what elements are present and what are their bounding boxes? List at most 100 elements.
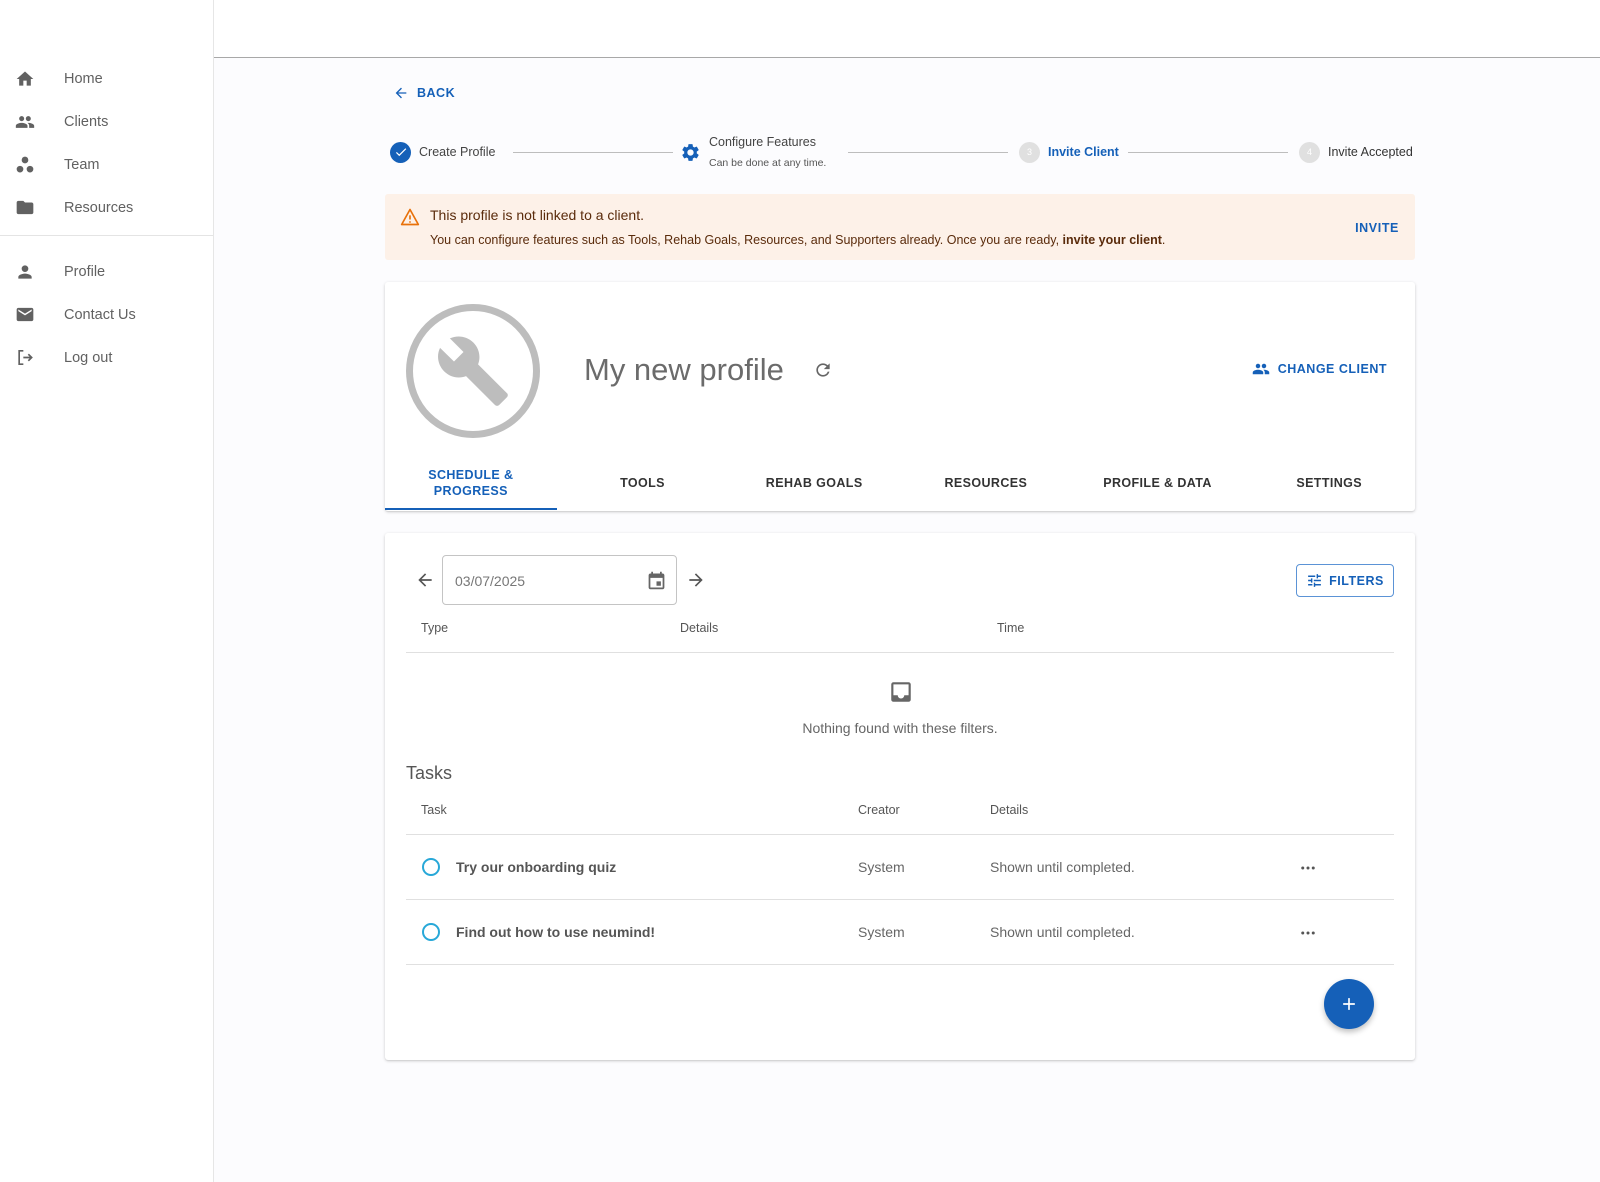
- avatar: [406, 304, 540, 438]
- filters-label: FILTERS: [1329, 573, 1384, 588]
- logout-icon: [15, 348, 35, 368]
- sidebar-item-profile[interactable]: Profile: [0, 250, 213, 293]
- sidebar-item-label: Contact Us: [64, 306, 136, 323]
- step-connector: [513, 152, 673, 153]
- change-client-button[interactable]: CHANGE CLIENT: [1252, 360, 1387, 378]
- sidebar-item-label: Team: [64, 156, 100, 173]
- top-app-bar: [214, 0, 1600, 58]
- sidebar-item-label: Resources: [64, 199, 134, 216]
- folder-icon: [15, 198, 35, 218]
- step-number: 4: [1299, 141, 1320, 163]
- sidebar-item-home[interactable]: Home: [0, 57, 213, 100]
- column-header-time: Time: [997, 621, 1025, 635]
- warning-icon: [400, 207, 420, 232]
- tab-label: SCHEDULE & PROGRESS: [428, 467, 513, 499]
- column-header-task: Task: [421, 803, 447, 817]
- step-create-profile: Create Profile: [390, 132, 495, 172]
- table-divider: [406, 964, 1394, 965]
- task-name: Try our onboarding quiz: [456, 859, 617, 875]
- tab-tools[interactable]: TOOLS: [557, 456, 729, 510]
- alert-message-text: You can configure features such as Tools…: [430, 233, 1063, 247]
- column-header-type: Type: [421, 621, 449, 635]
- back-button[interactable]: BACK: [393, 85, 455, 101]
- tab-label: TOOLS: [620, 476, 665, 490]
- tab-schedule-progress[interactable]: SCHEDULE & PROGRESS: [385, 456, 557, 510]
- filters-button[interactable]: FILTERS: [1296, 564, 1394, 597]
- invite-button[interactable]: INVITE: [1355, 221, 1399, 235]
- warning-alert: This profile is not linked to a client. …: [385, 194, 1415, 260]
- column-header-details: Details: [990, 803, 1029, 817]
- home-icon: [15, 69, 35, 89]
- step-configure-features: Configure Features Can be done at any ti…: [680, 132, 826, 172]
- tab-label: SETTINGS: [1296, 476, 1363, 490]
- profile-name: My new profile: [584, 352, 784, 387]
- more-horizontal-icon[interactable]: [1299, 924, 1317, 947]
- sidebar-item-clients[interactable]: Clients: [0, 100, 213, 143]
- step-number: 3: [1019, 141, 1040, 163]
- sidebar-item-label: Profile: [64, 263, 106, 280]
- tab-settings[interactable]: SETTINGS: [1243, 456, 1415, 510]
- check-icon: [390, 141, 411, 163]
- step-text: Configure Features Can be done at any ti…: [709, 135, 826, 169]
- people-icon: [15, 112, 35, 132]
- step-label: Configure Features: [709, 135, 817, 149]
- sidebar-item-label: Log out: [64, 349, 113, 366]
- sidebar-item-resources[interactable]: Resources: [0, 186, 213, 229]
- step-label: Invite Accepted: [1328, 145, 1413, 159]
- next-day-button[interactable]: [686, 570, 706, 595]
- arrow-left-icon: [418, 573, 432, 587]
- date-value: 03/07/2025: [455, 573, 526, 589]
- inbox-icon: [888, 679, 914, 710]
- calendar-icon[interactable]: [646, 570, 667, 596]
- gear-icon: [680, 142, 701, 163]
- table-row: Find out how to use neumind! System Show…: [406, 900, 1394, 964]
- team-icon: [15, 155, 35, 175]
- step-invite-client: 3 Invite Client: [1019, 132, 1119, 172]
- more-horizontal-icon[interactable]: [1299, 859, 1317, 882]
- step-invite-accepted: 4 Invite Accepted: [1299, 132, 1413, 172]
- stepper: Create Profile Configure Features Can be…: [390, 132, 1422, 172]
- task-name: Find out how to use neumind!: [456, 924, 656, 940]
- profile-card: My new profile CHANGE CLIENT SCHEDULE & P…: [385, 282, 1415, 511]
- sidebar-item-label: Clients: [64, 113, 109, 130]
- person-icon: [15, 262, 35, 282]
- refresh-icon[interactable]: [813, 360, 833, 385]
- profile-tabs: SCHEDULE & PROGRESS TOOLS REHAB GOALS RES…: [385, 456, 1415, 510]
- tab-label-line2: PROGRESS: [433, 484, 508, 498]
- tasks-title: Tasks: [406, 763, 453, 783]
- tab-label-line1: SCHEDULE &: [428, 468, 514, 482]
- tab-label: REHAB GOALS: [765, 476, 863, 490]
- task-complete-radio[interactable]: [422, 923, 440, 941]
- tab-resources[interactable]: RESOURCES: [900, 456, 1072, 510]
- schedule-card: 03/07/2025 FILTERS Type Details Time Not…: [385, 533, 1415, 1060]
- task-creator: System: [858, 859, 905, 875]
- table-row: Try our onboarding quiz System Shown unt…: [406, 835, 1394, 899]
- sidebar-item-contact-us[interactable]: Contact Us: [0, 293, 213, 336]
- tab-label: RESOURCES: [944, 476, 1028, 490]
- step-label: Create Profile: [419, 145, 496, 159]
- arrow-right-icon: [689, 573, 703, 587]
- tune-icon: [1308, 574, 1322, 587]
- task-details: Shown until completed.: [990, 859, 1135, 875]
- plus-icon: [1343, 998, 1355, 1010]
- back-label: BACK: [417, 86, 456, 100]
- tab-profile-data[interactable]: PROFILE & DATA: [1072, 456, 1244, 510]
- arrow-left-icon: [395, 87, 407, 99]
- add-task-button[interactable]: [1324, 979, 1374, 1029]
- sidebar: Home Clients Team Resources Profile Cont…: [0, 0, 214, 1182]
- date-input[interactable]: 03/07/2025: [442, 555, 677, 605]
- sidebar-item-team[interactable]: Team: [0, 143, 213, 186]
- task-complete-radio[interactable]: [422, 858, 440, 876]
- tab-rehab-goals[interactable]: REHAB GOALS: [728, 456, 900, 510]
- empty-state-text: Nothing found with these filters.: [802, 720, 998, 736]
- tab-label: PROFILE & DATA: [1103, 476, 1212, 490]
- sidebar-item-log-out[interactable]: Log out: [0, 336, 213, 379]
- sidebar-header: [0, 0, 213, 57]
- step-label: Invite Client: [1048, 145, 1119, 159]
- step-sublabel: Can be done at any time.: [709, 157, 827, 169]
- column-header-creator: Creator: [858, 803, 900, 817]
- sidebar-item-label: Home: [64, 70, 103, 87]
- previous-day-button[interactable]: [415, 570, 435, 595]
- step-connector: [848, 152, 1008, 153]
- people-icon: [1252, 363, 1269, 375]
